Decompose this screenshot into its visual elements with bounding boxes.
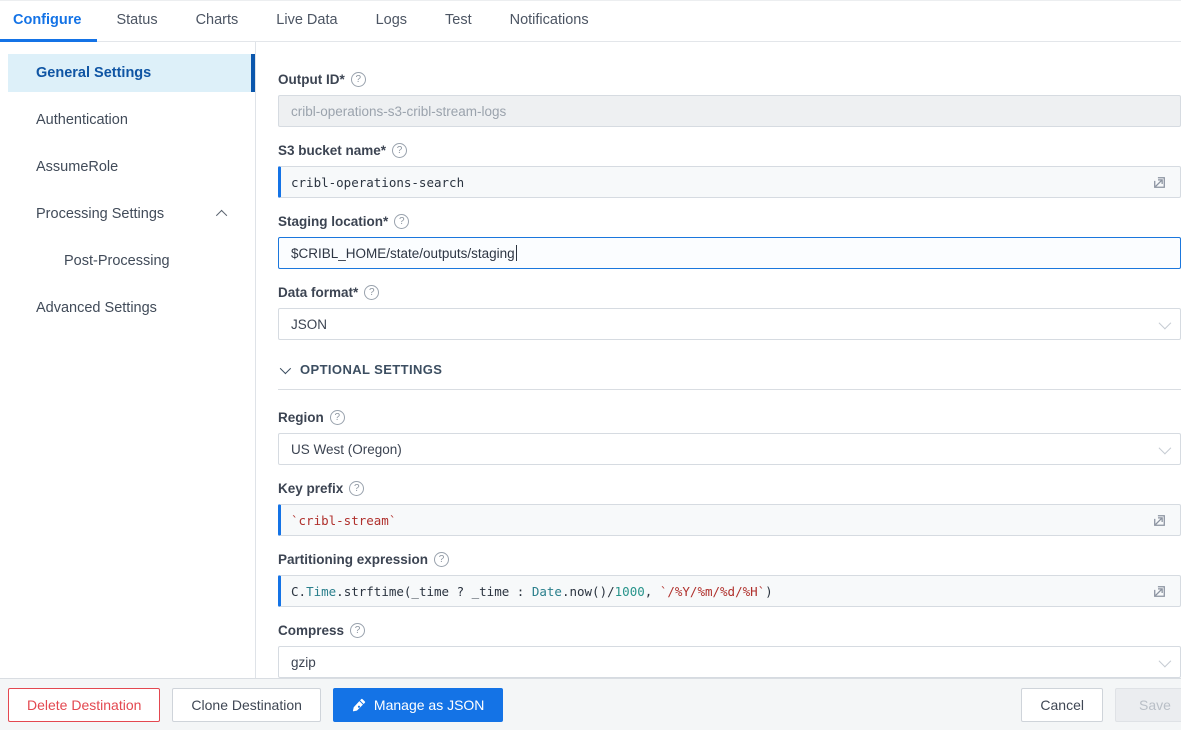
sidebar-item-label: Processing Settings bbox=[36, 206, 165, 222]
compress-label: Compress bbox=[278, 623, 1181, 638]
region-label: Region bbox=[278, 410, 1181, 425]
manage-as-json-button[interactable]: Manage as JSON bbox=[332, 687, 504, 722]
key-prefix-input[interactable]: `cribl-stream` bbox=[278, 504, 1181, 536]
tab-notifications[interactable]: Notifications bbox=[491, 1, 608, 42]
sidebar-item-label: General Settings bbox=[36, 65, 152, 81]
sidebar-item-general-settings[interactable]: General Settings bbox=[8, 54, 255, 92]
optional-settings-header[interactable]: OPTIONAL SETTINGS bbox=[278, 356, 1181, 390]
s3-bucket-name-label: S3 bucket name* bbox=[278, 143, 1181, 158]
help-icon[interactable] bbox=[329, 410, 345, 425]
data-format-label: Data format* bbox=[278, 285, 1181, 300]
chevron-down-icon bbox=[1158, 316, 1172, 329]
staging-location-input[interactable]: $CRIBL_HOME/state/outputs/staging bbox=[278, 237, 1181, 269]
general-settings-form: Output ID* cribl-operations-s3-cribl-str… bbox=[256, 42, 1181, 678]
help-icon[interactable] bbox=[394, 214, 410, 229]
sidebar-item-authentication[interactable]: Authentication bbox=[8, 101, 255, 139]
output-id-input: cribl-operations-s3-cribl-stream-logs bbox=[278, 95, 1181, 127]
tab-bar: Configure Status Charts Live Data Logs T… bbox=[0, 1, 1181, 42]
help-icon[interactable] bbox=[350, 623, 366, 638]
sidebar-item-label: Authentication bbox=[36, 112, 128, 128]
sidebar-item-label: Post-Processing bbox=[64, 253, 170, 269]
sidebar-item-advanced-settings[interactable]: Advanced Settings bbox=[8, 289, 255, 327]
output-id-label: Output ID* bbox=[278, 72, 1181, 87]
region-select[interactable]: US West (Oregon) bbox=[278, 433, 1181, 465]
tab-logs[interactable]: Logs bbox=[357, 1, 426, 42]
cancel-button[interactable]: Cancel bbox=[1021, 687, 1103, 722]
help-icon[interactable] bbox=[350, 72, 366, 87]
expression-code: C.Time.strftime(_time ? _time : Date.now… bbox=[291, 583, 773, 599]
help-icon[interactable] bbox=[349, 481, 365, 496]
pen-icon bbox=[352, 698, 366, 712]
sidebar-item-label: AssumeRole bbox=[36, 159, 119, 175]
chevron-down-icon bbox=[1158, 441, 1172, 454]
sidebar-item-label: Advanced Settings bbox=[36, 300, 157, 316]
tab-live-data[interactable]: Live Data bbox=[257, 1, 356, 42]
partitioning-expression-input[interactable]: C.Time.strftime(_time ? _time : Date.now… bbox=[278, 575, 1181, 607]
tab-charts[interactable]: Charts bbox=[177, 1, 258, 42]
data-format-select[interactable]: JSON bbox=[278, 308, 1181, 340]
compress-select[interactable]: gzip bbox=[278, 646, 1181, 678]
text-cursor bbox=[515, 245, 517, 261]
sidebar-item-processing-settings[interactable]: Processing Settings bbox=[8, 195, 255, 233]
tab-test[interactable]: Test bbox=[426, 1, 491, 42]
partitioning-expression-label: Partitioning expression bbox=[278, 552, 1181, 567]
save-button[interactable]: Save bbox=[1115, 687, 1181, 722]
settings-sidebar: General Settings Authentication AssumeRo… bbox=[0, 42, 256, 678]
help-icon[interactable] bbox=[392, 143, 408, 158]
help-icon[interactable] bbox=[434, 552, 450, 567]
chevron-up-icon bbox=[215, 209, 228, 222]
sidebar-item-assumerole[interactable]: AssumeRole bbox=[8, 148, 255, 186]
s3-bucket-name-input[interactable]: cribl-operations-search bbox=[278, 166, 1181, 198]
chevron-down-icon bbox=[1158, 654, 1172, 667]
key-prefix-label: Key prefix bbox=[278, 481, 1181, 496]
chevron-down-icon bbox=[279, 362, 292, 374]
delete-destination-button[interactable]: Delete Destination bbox=[8, 687, 161, 722]
expand-expression-icon[interactable] bbox=[1151, 512, 1168, 529]
sidebar-item-post-processing[interactable]: Post-Processing bbox=[8, 242, 255, 280]
clone-destination-button[interactable]: Clone Destination bbox=[172, 687, 321, 722]
expand-expression-icon[interactable] bbox=[1151, 174, 1168, 191]
destination-config-page: Configure Status Charts Live Data Logs T… bbox=[0, 0, 1181, 730]
main-content: General Settings Authentication AssumeRo… bbox=[0, 42, 1181, 678]
tab-status[interactable]: Status bbox=[97, 1, 176, 42]
tab-configure[interactable]: Configure bbox=[0, 1, 98, 42]
help-icon[interactable] bbox=[364, 285, 380, 300]
staging-location-label: Staging location* bbox=[278, 214, 1181, 229]
action-footer: Delete Destination Clone Destination Man… bbox=[0, 678, 1181, 730]
expand-expression-icon[interactable] bbox=[1151, 583, 1168, 600]
